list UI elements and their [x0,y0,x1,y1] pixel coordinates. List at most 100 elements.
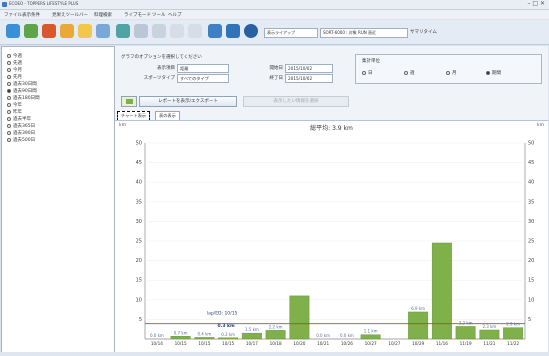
zoom-icon[interactable] [188,24,202,38]
period-item[interactable]: 過去390日 [7,130,35,136]
shoe-icon[interactable] [24,24,38,38]
unit-label: 日 [368,71,373,76]
unit-option[interactable]: 月 [446,70,457,76]
chart-bar [503,327,524,340]
unit-option-selected[interactable]: 期間 [486,70,501,76]
x-tick-label: 10/15 [175,341,187,346]
y-tick-label-right: 15 [528,278,534,284]
unit-option[interactable]: 日 [362,70,373,76]
period-item[interactable]: 今週 [7,53,22,59]
period-label: 過去365日 [13,124,36,129]
menu-tools[interactable]: ツール [152,12,166,18]
data-label: 6.9 km [411,306,425,311]
graph-options: グラフのオプションを選択してください 表示項目 距離 スポーツタイプ すべてのタ… [121,54,353,96]
menu-toolbar[interactable]: 見栄えツールバー [52,12,88,18]
sync-icon[interactable] [226,24,240,38]
y-tick-label-right: 45 [528,160,534,166]
menu-search[interactable]: 料理検索 [94,12,112,18]
graph-icon[interactable] [60,24,74,38]
data-label: 0.0 km [316,333,330,338]
period-item[interactable]: 昨年 [7,109,22,115]
menu-help[interactable]: ヘルプ [168,12,182,18]
radio-icon [7,109,11,114]
tab-table[interactable]: 表の表示 [155,111,180,120]
text-icon[interactable] [170,24,184,38]
globe-icon[interactable] [96,24,110,38]
x-tick-label: 11/22 [507,341,519,346]
toolbar: 表示ライアップ SORT-6000 : 対象 RUN 直近 サマリタイム [0,20,549,45]
menu-view[interactable]: 表示条件 [22,12,40,18]
data-label: 0.0 km [340,333,354,338]
period-item[interactable]: 今年 [7,102,22,108]
aggregation-unit-title: 集計単位 [362,59,380,64]
period-item[interactable]: 過去365日 [7,123,35,129]
display-layout-select[interactable]: 表示ライアップ [264,28,318,38]
options-title: グラフのオプションを選択してください [121,55,202,60]
chart-bar [218,337,239,340]
period-label: 過去500日 [13,138,36,143]
x-tick-label: 10/26 [341,341,353,346]
start-date-field[interactable]: 2015/10/02 [285,64,333,73]
disabled-button: 表示したい情報を選択 [243,96,349,107]
clock-icon[interactable] [134,24,148,38]
period-list: 今週 先週 今月 先月 過去30日間 過去90日間 過去180日間 今年 昨年 … [1,46,115,354]
bar-chart: 5 5 10 10 15 15 20 20 25 25 30 30 35 35 40 40 45 45 50 50 0.… [136,141,535,347]
star-icon[interactable] [78,24,92,38]
menu-bar: ファイル 表示条件 見栄えツールバー 料理検索 ライブモード ツール ヘルプ [0,10,549,19]
status-bar [0,352,549,356]
y-tick-label: 20 [136,258,142,264]
y-tick-label-right: 35 [528,199,534,205]
period-item[interactable]: 過去30日間 [7,81,37,87]
radio-selected-icon [7,88,11,93]
data-label: 2.3 km [482,324,496,329]
radio-selected-icon [486,70,490,75]
end-date-field[interactable]: 2015/10/02 [285,74,333,83]
period-label: 過去30日間 [13,82,37,87]
menu-file[interactable]: ファイル [4,12,22,18]
chart-toggle-button[interactable] [121,96,137,107]
runner-icon[interactable] [208,24,222,38]
display-item-select[interactable]: 距離 [177,64,229,73]
period-item[interactable]: 過去180日間 [7,95,40,101]
x-tick-label: 10/21 [317,341,329,346]
period-item[interactable]: 今月 [7,67,22,73]
chart-bar [241,332,262,340]
unit-option[interactable]: 週 [404,70,415,76]
y-tick-label: 40 [136,180,142,186]
y-tick-label-right: 10 [528,297,534,303]
end-date-label: 終了日 [269,76,284,81]
summary-time-label: サマリタイム [410,30,437,35]
info-icon[interactable] [244,24,258,38]
menu-live[interactable]: ライブモード [124,12,151,18]
period-item[interactable]: 過去500日 [7,137,35,143]
y-tick-label-right: 5 [528,317,531,323]
arrow-icon[interactable] [6,24,20,38]
data-label: 3.2 km [459,320,473,325]
window-controls[interactable]: – □ ✕ [527,0,545,7]
period-label: 昨年 [13,110,22,115]
period-item-selected[interactable]: 過去90日間 [7,88,37,94]
sport-type-select[interactable]: すべてのタイプ [177,74,229,83]
y-tick-label-right: 40 [528,180,534,186]
chart-bar [455,326,476,340]
period-item[interactable]: 過去半年 [7,116,31,122]
radio-icon [7,60,11,65]
period-item[interactable]: 先週 [7,60,22,66]
y-tick-label: 45 [136,160,142,166]
radio-icon [7,53,11,58]
chart-icon [125,99,133,104]
radio-icon [7,137,11,142]
period-item[interactable]: 先月 [7,74,22,80]
heart-icon[interactable] [42,24,56,38]
report-button[interactable]: レポートを表示/エクスポート [139,96,237,107]
aggregation-unit-group: 集計単位 日 週 月 期間 [355,54,542,84]
print-icon[interactable] [152,24,166,38]
period-label: 先月 [13,75,22,80]
x-tick-label: 10/29 [412,341,424,346]
app-icon [2,2,7,7]
data-label: 2.2 km [269,324,283,329]
device-select[interactable]: SORT-6000 : 対象 RUN 直近 [320,28,408,38]
y-tick-label-right: 30 [528,219,534,225]
calendar-icon[interactable] [116,24,130,38]
data-label: 2.9 km [506,322,520,327]
